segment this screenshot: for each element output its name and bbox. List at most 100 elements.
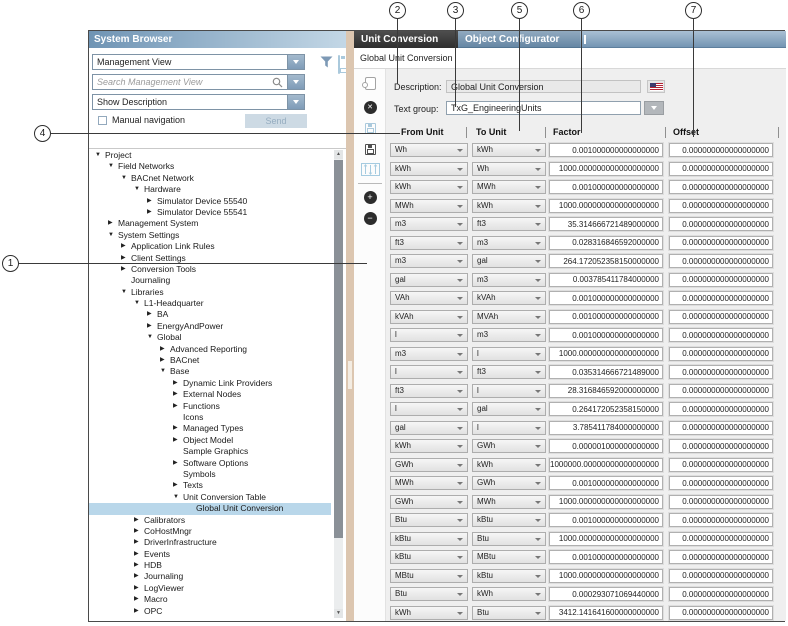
chevron-down-icon[interactable]	[287, 95, 304, 109]
tree-item[interactable]: ▶Dynamic Link Providers	[89, 378, 331, 389]
from-unit-select[interactable]: kWh	[390, 439, 468, 453]
tree-item[interactable]: ▶Management System	[89, 218, 331, 229]
offset-input[interactable]	[669, 365, 773, 379]
offset-input[interactable]	[669, 402, 773, 416]
factor-input[interactable]	[549, 254, 663, 268]
factor-input[interactable]	[549, 606, 663, 620]
offset-input[interactable]	[669, 606, 773, 620]
remove-row-icon[interactable]: −	[354, 212, 386, 225]
from-unit-select[interactable]: l	[390, 328, 468, 342]
tree-item[interactable]: ▼Project	[89, 150, 331, 161]
from-unit-select[interactable]: l	[390, 402, 468, 416]
expanded-arrow-icon[interactable]: ▼	[108, 230, 118, 241]
tree-item[interactable]: ▼BACnet Network	[89, 173, 331, 184]
tree-item[interactable]: ▶CoHostMngr	[89, 526, 331, 537]
offset-input[interactable]	[669, 273, 773, 287]
send-button[interactable]: Send	[245, 114, 307, 128]
from-unit-select[interactable]: MWh	[390, 476, 468, 490]
collapsed-arrow-icon[interactable]: ▶	[134, 549, 144, 560]
tree-item[interactable]: ▶HDB	[89, 560, 331, 571]
tree-item[interactable]: ▶BACnet	[89, 355, 331, 366]
factor-input[interactable]	[549, 217, 663, 231]
collapsed-arrow-icon[interactable]: ▶	[134, 515, 144, 526]
tree-item[interactable]: ▶Application Link Rules	[89, 241, 331, 252]
tree-item[interactable]: ▶Software Options	[89, 458, 331, 469]
tree-item[interactable]: Icons	[89, 412, 331, 423]
offset-input[interactable]	[669, 328, 773, 342]
language-flag-button[interactable]	[647, 80, 665, 93]
add-row-icon[interactable]: +	[354, 191, 386, 204]
to-unit-select[interactable]: l	[472, 347, 546, 361]
from-unit-select[interactable]: m3	[390, 254, 468, 268]
text-group-field[interactable]: TxG_EngineeringUnits	[446, 101, 641, 115]
to-unit-select[interactable]: GWh	[472, 476, 546, 490]
manual-navigation-checkbox[interactable]	[98, 116, 107, 125]
collapsed-arrow-icon[interactable]: ▶	[160, 355, 170, 366]
factor-input[interactable]	[549, 143, 663, 157]
scroll-up-icon[interactable]: ▲	[334, 150, 343, 159]
tree-item[interactable]: Symbols	[89, 469, 331, 480]
tree-item[interactable]: ▶LogViewer	[89, 583, 331, 594]
from-unit-select[interactable]: MWh	[390, 199, 468, 213]
factor-input[interactable]	[549, 273, 663, 287]
collapsed-arrow-icon[interactable]: ▶	[121, 264, 131, 275]
to-unit-select[interactable]: kBtu	[472, 513, 546, 527]
factor-input[interactable]	[549, 328, 663, 342]
collapsed-arrow-icon[interactable]: ▶	[147, 207, 157, 218]
offset-input[interactable]	[669, 421, 773, 435]
offset-input[interactable]	[669, 587, 773, 601]
factor-input[interactable]	[549, 236, 663, 250]
offset-input[interactable]	[669, 180, 773, 194]
to-unit-select[interactable]: Btu	[472, 606, 546, 620]
subtab-global-unit-conversion[interactable]: Global Unit Conversion	[354, 48, 786, 69]
panel-splitter[interactable]	[346, 31, 354, 621]
tree-item[interactable]: ▼Unit Conversion Table	[89, 492, 331, 503]
collapsed-arrow-icon[interactable]: ▶	[108, 218, 118, 229]
expanded-arrow-icon[interactable]: ▼	[160, 366, 170, 377]
chevron-down-icon[interactable]	[287, 55, 304, 69]
collapsed-arrow-icon[interactable]: ▶	[134, 526, 144, 537]
tree-item[interactable]: ▶Simulator Device 55541	[89, 207, 331, 218]
collapsed-arrow-icon[interactable]: ▶	[147, 196, 157, 207]
expanded-arrow-icon[interactable]: ▼	[121, 287, 131, 298]
tab-unit-conversion[interactable]: Unit Conversion	[354, 31, 458, 48]
tree-item[interactable]: ▼L1-Headquarter	[89, 298, 331, 309]
tree-item[interactable]: ▼Field Networks	[89, 161, 331, 172]
tree-item[interactable]: ▼System Settings	[89, 230, 331, 241]
from-unit-select[interactable]: VAh	[390, 291, 468, 305]
collapsed-arrow-icon[interactable]: ▶	[173, 389, 183, 400]
offset-input[interactable]	[669, 439, 773, 453]
expanded-arrow-icon[interactable]: ▼	[121, 173, 131, 184]
offset-input[interactable]	[669, 569, 773, 583]
description-field[interactable]: Global Unit Conversion	[446, 80, 641, 93]
to-unit-select[interactable]: kWh	[472, 199, 546, 213]
collapsed-arrow-icon[interactable]: ▶	[173, 480, 183, 491]
factor-input[interactable]	[549, 291, 663, 305]
tree-item[interactable]: ▶Object Model	[89, 435, 331, 446]
tree-item[interactable]: Sample Graphics	[89, 446, 331, 457]
tree-item[interactable]: ▶Functions	[89, 401, 331, 412]
to-unit-select[interactable]: Wh	[472, 162, 546, 176]
adjust-sliders-icon[interactable]	[354, 163, 386, 176]
save-icon[interactable]	[354, 144, 386, 155]
tree-item[interactable]: ▶EnergyAndPower	[89, 321, 331, 332]
collapsed-arrow-icon[interactable]: ▶	[147, 321, 157, 332]
collapsed-arrow-icon[interactable]: ▶	[160, 344, 170, 355]
to-unit-select[interactable]: kBtu	[472, 569, 546, 583]
factor-input[interactable]	[549, 365, 663, 379]
expanded-arrow-icon[interactable]: ▼	[134, 298, 144, 309]
factor-input[interactable]	[549, 421, 663, 435]
to-unit-select[interactable]: GWh	[472, 439, 546, 453]
to-unit-select[interactable]: kWh	[472, 458, 546, 472]
factor-input[interactable]	[549, 162, 663, 176]
from-unit-select[interactable]: Btu	[390, 587, 468, 601]
factor-input[interactable]	[549, 180, 663, 194]
expanded-arrow-icon[interactable]: ▼	[134, 184, 144, 195]
offset-input[interactable]	[669, 513, 773, 527]
collapsed-arrow-icon[interactable]: ▶	[134, 594, 144, 605]
from-unit-select[interactable]: gal	[390, 273, 468, 287]
factor-input[interactable]	[549, 532, 663, 546]
to-unit-select[interactable]: gal	[472, 402, 546, 416]
offset-input[interactable]	[669, 254, 773, 268]
factor-input[interactable]	[549, 402, 663, 416]
